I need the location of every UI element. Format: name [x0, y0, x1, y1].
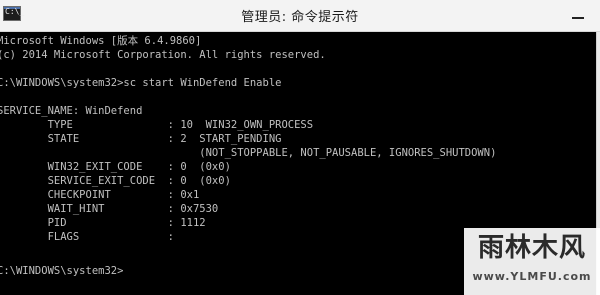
- title-bar[interactable]: C:\_ 管理员: 命令提示符: [0, 0, 600, 32]
- minimize-icon: [572, 17, 584, 19]
- console-line: FLAGS :: [0, 231, 175, 243]
- watermark-text: 雨林木风: [477, 233, 586, 263]
- console-line: CHECKPOINT : 0x1: [0, 189, 200, 201]
- console-line: Microsoft Windows [版本 6.4.9860]: [0, 35, 202, 47]
- watermark-logo: 雨林木风 www.YLMFU.com: [464, 228, 600, 295]
- watermark-url: www.YLMFU.com: [472, 270, 592, 283]
- minimize-button[interactable]: [564, 2, 594, 28]
- console-line: WIN32_EXIT_CODE : 0 (0x0): [0, 161, 231, 173]
- console-line: WAIT_HINT : 0x7530: [0, 203, 219, 215]
- console-line: SERVICE_NAME: WinDefend: [0, 105, 143, 117]
- console-line: TYPE : 10 WIN32_OWN_PROCESS: [0, 119, 314, 131]
- console-line: PID : 1112: [0, 217, 206, 229]
- console-line: (c) 2014 Microsoft Corporation. All righ…: [0, 49, 326, 61]
- console-line: STATE : 2 START_PENDING: [0, 133, 282, 145]
- console-line: (NOT_STOPPABLE, NOT_PAUSABLE, IGNORES_SH…: [0, 147, 497, 159]
- console-prompt-line: C:\WINDOWS\system32>: [0, 265, 124, 277]
- console-line: C:\WINDOWS\system32>sc start WinDefend E…: [0, 77, 282, 89]
- console-line: SERVICE_EXIT_CODE : 0 (0x0): [0, 175, 231, 187]
- command-prompt-window: C:\_ 管理员: 命令提示符 Microsoft Windows [版本 6.…: [0, 0, 600, 295]
- window-title: 管理员: 命令提示符: [241, 10, 359, 25]
